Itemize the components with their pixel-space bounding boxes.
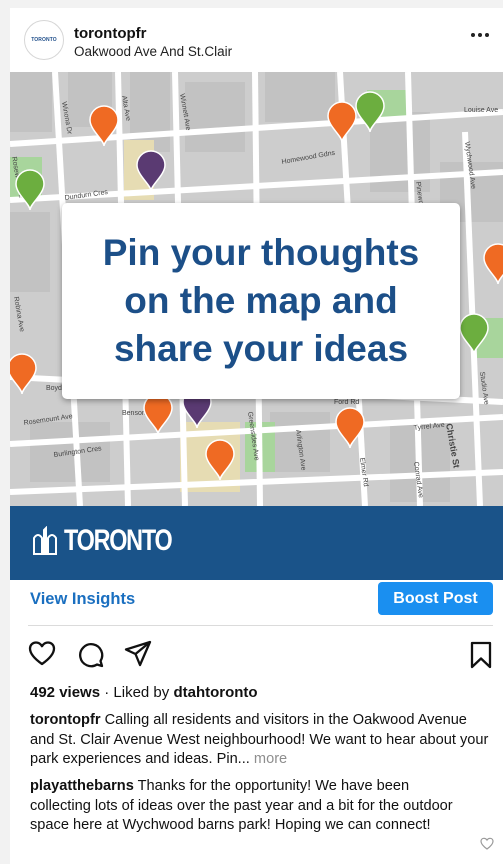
street-label: Boyd — [46, 385, 62, 392]
engagement-stats: 492 views · Liked by dtahtoronto — [30, 684, 258, 701]
post-username[interactable]: torontopfr — [74, 25, 146, 42]
comment-like-icon[interactable] — [480, 837, 494, 851]
more-options-icon[interactable] — [471, 30, 493, 40]
avatar-logo: TORONTO — [31, 37, 57, 43]
send-icon[interactable] — [124, 640, 152, 668]
view-insights-link[interactable]: View Insights — [30, 590, 135, 609]
liked-by-label: Liked by — [113, 684, 170, 701]
avatar[interactable]: TORONTO — [24, 20, 64, 60]
headline-line: on the map and — [124, 280, 398, 321]
post-card: TORONTO torontopfr Oakwood Ave And St.Cl… — [10, 8, 503, 864]
street-label: Ford Rd — [334, 399, 359, 406]
post-location[interactable]: Oakwood Ave And St.Clair — [74, 44, 232, 59]
post-caption: torontopfr Calling all residents and vis… — [30, 711, 495, 770]
bookmark-icon[interactable] — [469, 641, 493, 669]
headline-box: Pin your thoughts on the map and share y… — [62, 203, 460, 399]
headline-line: Pin your thoughts — [102, 232, 420, 273]
street-label: Louise Ave — [464, 107, 498, 114]
heart-icon[interactable] — [28, 640, 56, 668]
post-image[interactable]: Winona Dr Alta Ave Winnett Ave Louise Av… — [10, 72, 503, 580]
brand-bar: TORONTO — [10, 506, 503, 580]
caption-username[interactable]: torontopfr — [30, 712, 101, 728]
boost-post-button[interactable]: Boost Post — [378, 582, 493, 615]
comment-username[interactable]: playatthebarns — [30, 778, 134, 794]
comment-icon[interactable] — [78, 642, 104, 668]
more-link[interactable]: more — [254, 751, 287, 767]
comment: playatthebarns Thanks for the opportunit… — [30, 777, 470, 836]
street-label: Benson — [122, 410, 146, 417]
separator: · — [104, 684, 110, 701]
liked-by-user[interactable]: dtahtoronto — [173, 684, 257, 701]
toronto-logo-icon — [33, 526, 57, 555]
headline-line: share your ideas — [113, 328, 409, 369]
divider — [28, 625, 493, 626]
post-header: TORONTO torontopfr Oakwood Ave And St.Cl… — [10, 8, 503, 72]
page-background — [0, 0, 10, 864]
brand-name: TORONTO — [64, 524, 173, 557]
views-count[interactable]: 492 views — [30, 684, 100, 701]
